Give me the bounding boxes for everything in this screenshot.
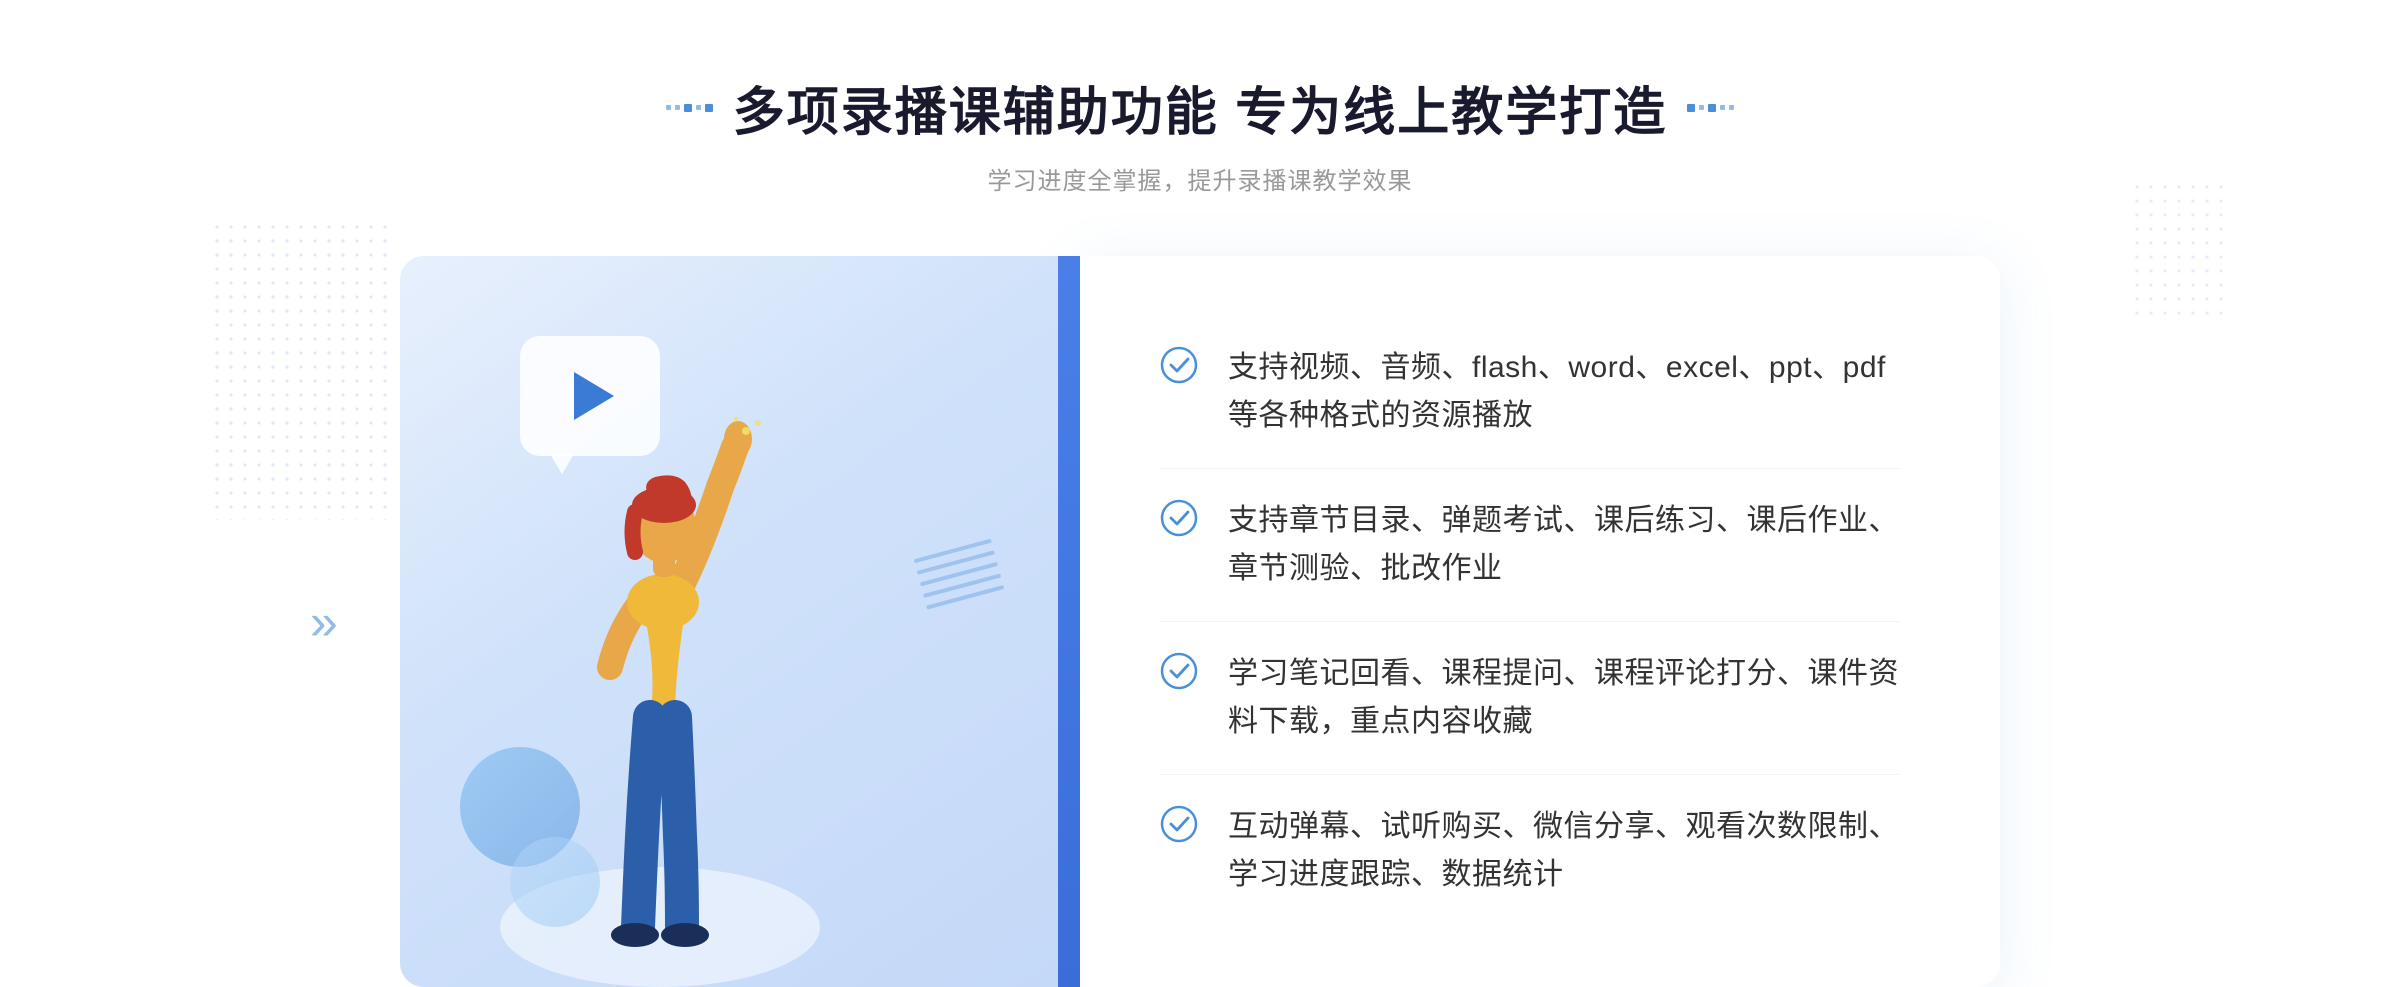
main-content: »	[400, 256, 2000, 987]
deco-square-2	[675, 105, 680, 110]
feature-item-2: 支持章节目录、弹题考试、课后练习、课后作业、章节测验、批改作业	[1160, 469, 1900, 622]
right-features-panel: 支持视频、音频、flash、word、excel、ppt、pdf等各种格式的资源…	[1080, 256, 2000, 987]
feature-text-2: 支持章节目录、弹题考试、课后练习、课后作业、章节测验、批改作业	[1228, 497, 1900, 593]
deco-square-6	[1687, 104, 1695, 112]
header-section: 多项录播课辅助功能 专为线上教学打造 学习进度全掌握，提升录播课教学效果	[0, 0, 2400, 236]
deco-square-9	[1720, 105, 1725, 110]
chevron-left-icon: »	[310, 593, 338, 651]
deco-square-4	[696, 105, 701, 110]
vertical-accent-bar	[1058, 256, 1080, 987]
feature-text-4: 互动弹幕、试听购买、微信分享、观看次数限制、学习进度跟踪、数据统计	[1228, 803, 1900, 899]
deco-square-7	[1699, 105, 1704, 110]
check-icon-3	[1160, 652, 1198, 690]
page-container: 多项录播课辅助功能 专为线上教学打造 学习进度全掌握，提升录播课教学效果 »	[0, 0, 2400, 974]
deco-square-5	[705, 104, 713, 112]
deco-square-1	[666, 105, 671, 110]
title-row: 多项录播课辅助功能 专为线上教学打造	[0, 70, 2400, 145]
deco-square-10	[1729, 105, 1734, 110]
page-subtitle: 学习进度全掌握，提升录播课教学效果	[0, 161, 2400, 196]
feature-item-3: 学习笔记回看、课程提问、课程评论打分、课件资料下载，重点内容收藏	[1160, 622, 1900, 775]
deco-lines	[914, 539, 1007, 618]
title-deco-left	[666, 104, 713, 112]
deco-square-8	[1708, 104, 1716, 112]
deco-line-1	[914, 539, 992, 564]
check-icon-2	[1160, 499, 1198, 537]
feature-text-1: 支持视频、音频、flash、word、excel、ppt、pdf等各种格式的资源…	[1228, 344, 1900, 440]
check-icon-1	[1160, 346, 1198, 384]
deco-circle-light	[510, 837, 600, 927]
deco-square-3	[684, 104, 692, 112]
dots-decoration-left	[210, 220, 390, 520]
page-title: 多项录播课辅助功能 专为线上教学打造	[733, 70, 1667, 145]
check-icon-4	[1160, 805, 1198, 843]
feature-text-3: 学习笔记回看、课程提问、课程评论打分、课件资料下载，重点内容收藏	[1228, 650, 1900, 746]
title-deco-right	[1687, 104, 1734, 112]
left-illustration-panel: »	[400, 256, 1080, 987]
feature-item-1: 支持视频、音频、flash、word、excel、ppt、pdf等各种格式的资源…	[1160, 316, 1900, 469]
feature-item-4: 互动弹幕、试听购买、微信分享、观看次数限制、学习进度跟踪、数据统计	[1160, 775, 1900, 927]
